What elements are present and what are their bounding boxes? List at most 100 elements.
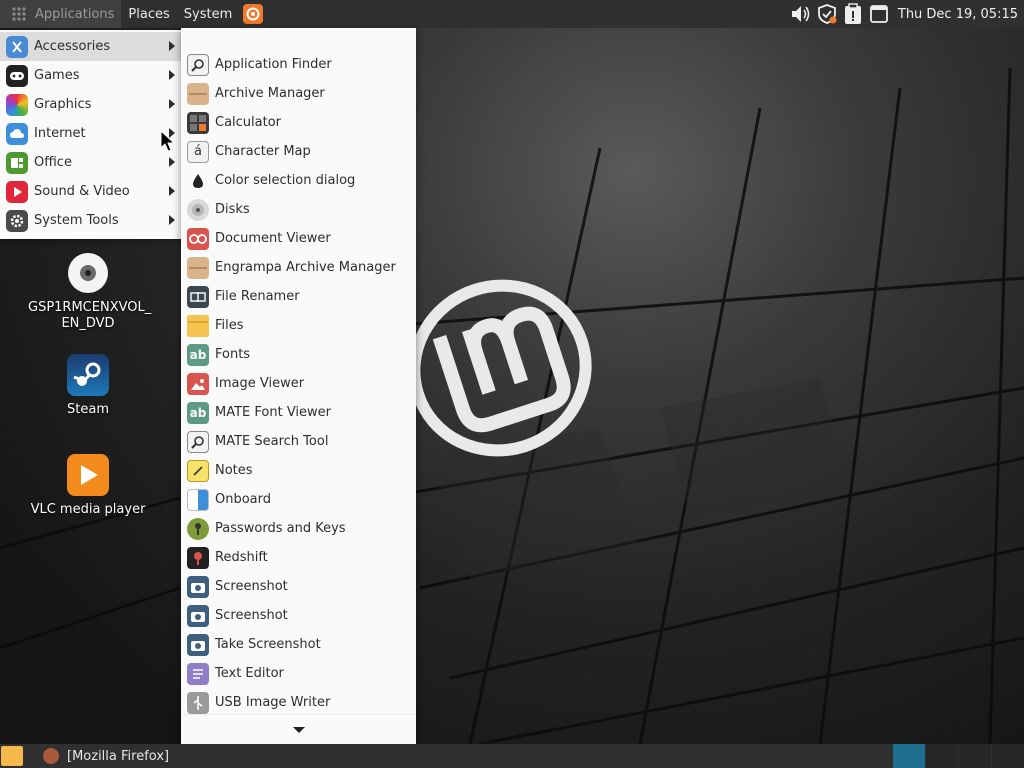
chevron-down-icon bbox=[292, 726, 305, 733]
category-accessories[interactable]: Accessories bbox=[0, 32, 181, 61]
category-label: Sound & Video bbox=[34, 184, 130, 199]
chevron-right-icon bbox=[169, 99, 175, 109]
show-desktop-button[interactable] bbox=[1, 746, 23, 766]
chevron-right-icon bbox=[169, 41, 175, 51]
menu-item-screenshot[interactable]: Screenshot bbox=[181, 572, 416, 601]
shield-update-icon[interactable] bbox=[816, 3, 838, 25]
menu-item-label: Document Viewer bbox=[215, 231, 331, 246]
category-office[interactable]: Office bbox=[0, 148, 181, 177]
window-list-icon[interactable] bbox=[868, 3, 890, 25]
desktop-icon-steam[interactable]: Steam bbox=[28, 354, 148, 418]
menu-item-image-viewer[interactable]: Image Viewer bbox=[181, 369, 416, 398]
system-menu[interactable]: System bbox=[177, 0, 239, 28]
camera-icon bbox=[187, 575, 209, 598]
workspace-4[interactable] bbox=[992, 744, 1024, 768]
menu-item-label: Image Viewer bbox=[215, 376, 305, 391]
menu-item-screenshot[interactable]: Screenshot bbox=[181, 601, 416, 630]
redshift-icon bbox=[187, 546, 209, 569]
category-label: Accessories bbox=[34, 39, 111, 54]
menu-item-application-finder[interactable]: Application Finder bbox=[181, 50, 416, 79]
menu-item-archive-manager[interactable]: Archive Manager bbox=[181, 79, 416, 108]
clipboard-icon[interactable] bbox=[842, 3, 864, 25]
bottom-panel: [Mozilla Firefox] bbox=[0, 744, 1024, 768]
text-editor-icon bbox=[187, 662, 209, 685]
category-graphics[interactable]: Graphics bbox=[0, 90, 181, 119]
menu-item-text-editor[interactable]: Text Editor bbox=[181, 659, 416, 688]
menu-item-label: Screenshot bbox=[215, 608, 288, 623]
menu-item-label: Files bbox=[215, 318, 244, 333]
desktop-icon-label: Steam bbox=[67, 402, 109, 417]
taskbar-firefox[interactable]: [Mozilla Firefox] bbox=[37, 744, 175, 768]
menu-item-disks[interactable]: Disks bbox=[181, 195, 416, 224]
menu-item-notes[interactable]: Notes bbox=[181, 456, 416, 485]
magnifier-icon bbox=[187, 53, 209, 76]
menu-item-character-map[interactable]: á Character Map bbox=[181, 137, 416, 166]
onboard-icon bbox=[187, 488, 209, 511]
play-icon bbox=[6, 180, 28, 203]
menu-item-label: Redshift bbox=[215, 550, 268, 565]
taskbar-label: [Mozilla Firefox] bbox=[67, 748, 170, 764]
disk-icon bbox=[187, 198, 209, 221]
volume-icon[interactable] bbox=[790, 3, 812, 25]
workspace-1[interactable] bbox=[893, 744, 925, 768]
archive-icon bbox=[187, 256, 209, 279]
menu-item-onboard[interactable]: Onboard bbox=[181, 485, 416, 514]
menu-scroll-down[interactable] bbox=[181, 714, 416, 744]
gamepad-icon bbox=[6, 64, 28, 87]
menu-item-label: Fonts bbox=[215, 347, 251, 362]
menu-item-fonts[interactable]: ab Fonts bbox=[181, 340, 416, 369]
category-label: Graphics bbox=[34, 97, 92, 112]
menu-item-passwords-keys[interactable]: Passwords and Keys bbox=[181, 514, 416, 543]
menu-item-label: Color selection dialog bbox=[215, 173, 356, 188]
menu-item-document-viewer[interactable]: Document Viewer bbox=[181, 224, 416, 253]
menu-item-label: Take Screenshot bbox=[215, 637, 321, 652]
menu-item-calculator[interactable]: Calculator bbox=[181, 108, 416, 137]
category-internet[interactable]: Internet bbox=[0, 119, 181, 148]
color-drop-icon bbox=[187, 170, 209, 192]
menu-item-label: Onboard bbox=[215, 492, 272, 507]
top-panel: Applications Places System Thu Dec 19, 0… bbox=[0, 0, 1024, 28]
workspace-2[interactable] bbox=[926, 744, 958, 768]
category-games[interactable]: Games bbox=[0, 61, 181, 90]
key-icon bbox=[187, 517, 209, 540]
menu-item-engrampa[interactable]: Engrampa Archive Manager bbox=[181, 253, 416, 282]
camera-icon bbox=[187, 604, 209, 627]
palette-icon bbox=[6, 93, 28, 116]
menu-item-label: Archive Manager bbox=[215, 86, 325, 101]
category-sound-video[interactable]: Sound & Video bbox=[0, 177, 181, 206]
category-system-tools[interactable]: System Tools bbox=[0, 206, 181, 235]
menu-item-label: Disks bbox=[215, 202, 250, 217]
menu-item-file-renamer[interactable]: File Renamer bbox=[181, 282, 416, 311]
category-label: System Tools bbox=[34, 213, 119, 228]
firefox-launcher[interactable] bbox=[243, 4, 264, 24]
workspace-3[interactable] bbox=[959, 744, 991, 768]
dvd-icon bbox=[67, 252, 109, 294]
menu-item-redshift[interactable]: Redshift bbox=[181, 543, 416, 572]
system-tray: Thu Dec 19, 05:15 bbox=[790, 0, 1024, 28]
menu-item-mate-font-viewer[interactable]: ab MATE Font Viewer bbox=[181, 398, 416, 427]
clock[interactable]: Thu Dec 19, 05:15 bbox=[898, 7, 1018, 22]
menu-item-files[interactable]: Files bbox=[181, 311, 416, 340]
menu-item-mate-search-tool[interactable]: MATE Search Tool bbox=[181, 427, 416, 456]
desktop-icon-dvd[interactable]: GSP1RMCENXVOL_ EN_DVD bbox=[28, 252, 151, 332]
usb-icon bbox=[187, 691, 209, 714]
firefox-icon bbox=[246, 7, 260, 21]
menu-item-usb-image-writer[interactable]: USB Image Writer bbox=[181, 688, 416, 717]
fonts-icon: ab bbox=[187, 343, 209, 366]
cloud-icon bbox=[6, 122, 28, 145]
system-menu-label: System bbox=[183, 6, 233, 22]
office-icon bbox=[6, 151, 28, 174]
places-menu[interactable]: Places bbox=[121, 0, 176, 28]
desktop-icon-vlc[interactable]: VLC media player bbox=[28, 454, 148, 518]
category-label: Internet bbox=[34, 126, 86, 141]
menu-item-take-screenshot[interactable]: Take Screenshot bbox=[181, 630, 416, 659]
calculator-icon bbox=[187, 111, 209, 134]
file-renamer-icon bbox=[187, 285, 209, 308]
menu-item-color-selection[interactable]: Color selection dialog bbox=[181, 166, 416, 195]
applications-menu[interactable]: Applications bbox=[0, 0, 122, 28]
accessories-submenu: Application Finder Archive Manager Calcu… bbox=[181, 28, 416, 744]
applications-category-menu: Accessories Games Graphics Internet Offi… bbox=[0, 30, 181, 239]
menu-item-label: MATE Search Tool bbox=[215, 434, 329, 449]
category-label: Office bbox=[34, 155, 72, 170]
category-label: Games bbox=[34, 68, 80, 83]
